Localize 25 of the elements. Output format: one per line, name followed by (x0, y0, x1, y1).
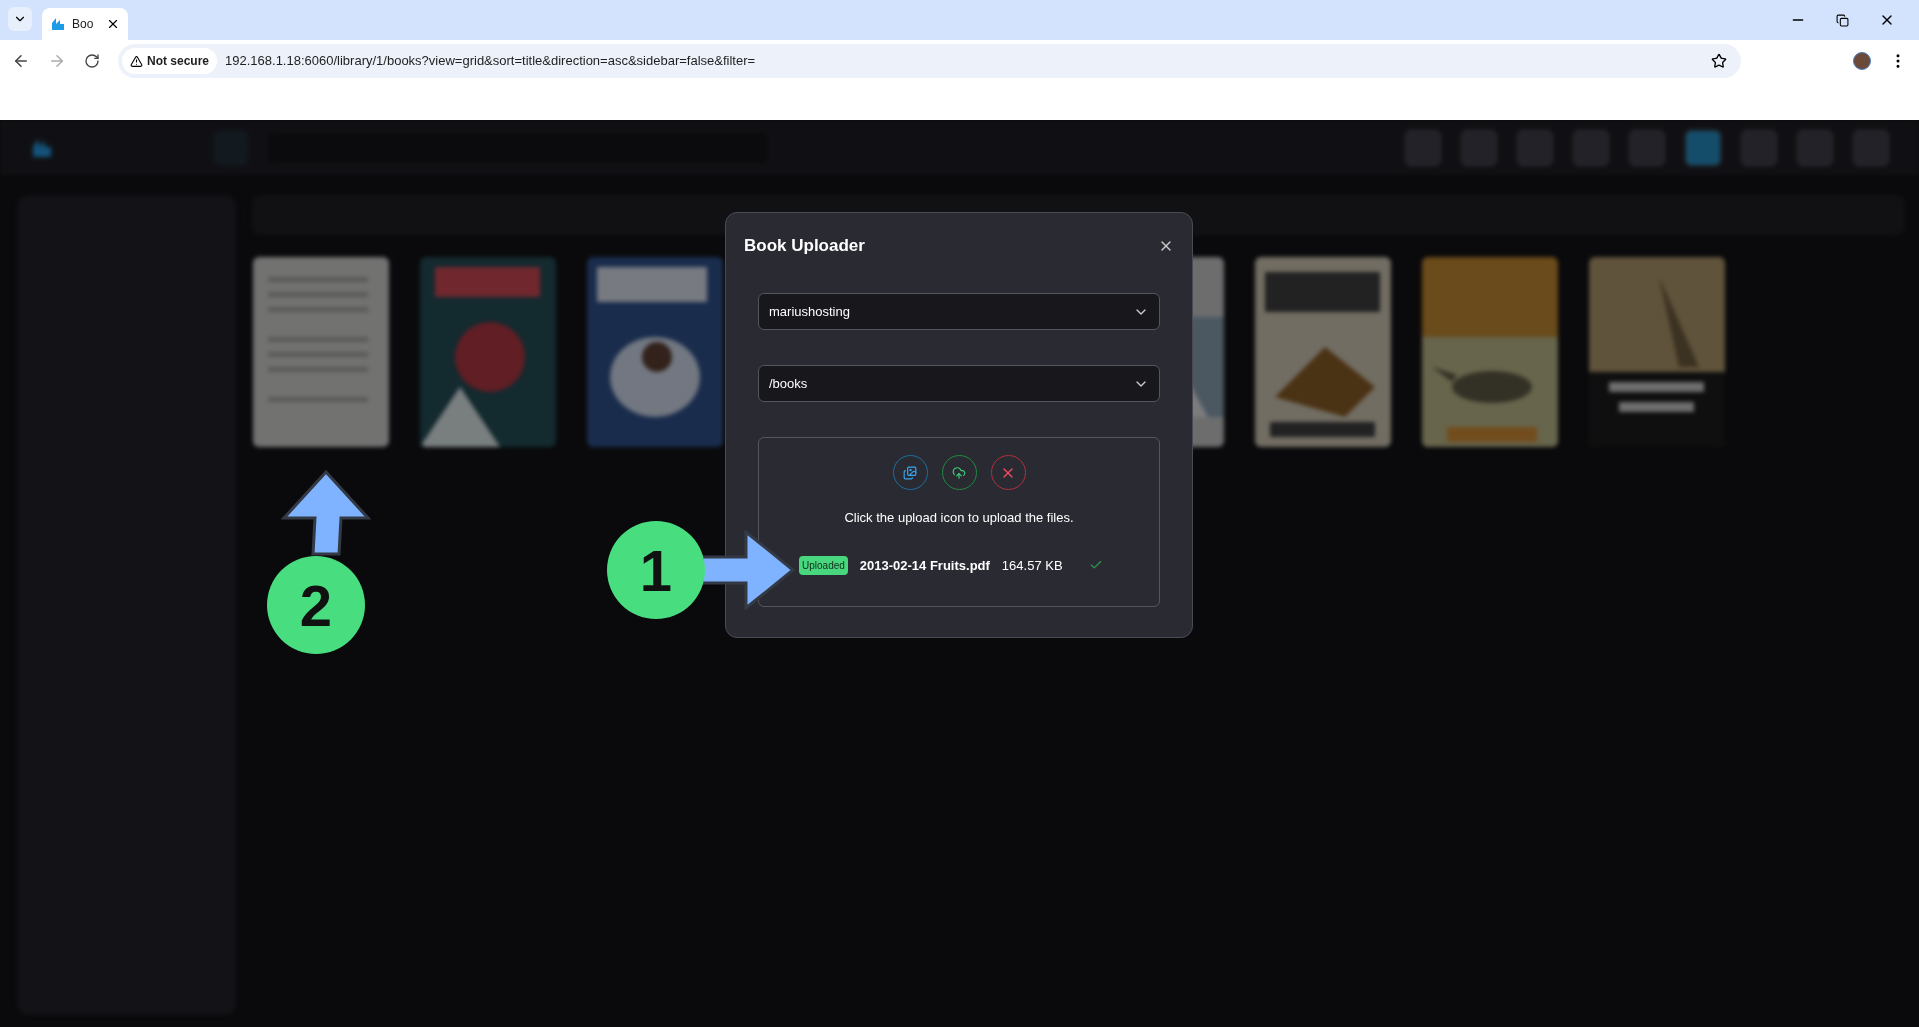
browser-tab[interactable]: Boo (42, 8, 128, 40)
back-icon[interactable] (12, 52, 30, 70)
status-badge: Uploaded (799, 555, 848, 575)
path-select[interactable]: /books (758, 365, 1160, 402)
tab-list-button[interactable] (8, 7, 32, 31)
url-text: 192.168.1.18:6060/library/1/books?view=grid&sort=title&direction=asc&sidebar=false&filter= (225, 52, 756, 71)
security-chip[interactable]: Not secure (122, 48, 218, 74)
upload-hint: Click the upload icon to upload the files. (844, 509, 1074, 527)
warning-icon (130, 54, 143, 68)
book-logo-icon (50, 16, 66, 32)
dialog-title: Book Uploader (744, 235, 865, 258)
profile-avatar[interactable] (1853, 52, 1871, 70)
bookmark-star-icon[interactable] (1711, 53, 1727, 69)
file-name: 2013-02-14 Fruits.pdf (859, 556, 990, 575)
restore-icon[interactable] (1836, 13, 1849, 27)
library-select[interactable]: mariushosting (758, 293, 1160, 330)
images-icon (903, 465, 917, 480)
arrow-icon (281, 470, 371, 556)
reload-icon[interactable] (84, 53, 100, 69)
file-size: 164.57 KB (1001, 556, 1063, 575)
cloud-upload-icon (952, 465, 966, 480)
tab-title: Boo (72, 16, 94, 33)
address-bar[interactable]: Not secure 192.168.1.18:6060/library/1/books?view=grid&sort=title&direction=asc&sidebar=false&filter= (118, 44, 1741, 78)
close-icon[interactable] (106, 17, 120, 31)
arrow-icon (700, 530, 796, 610)
